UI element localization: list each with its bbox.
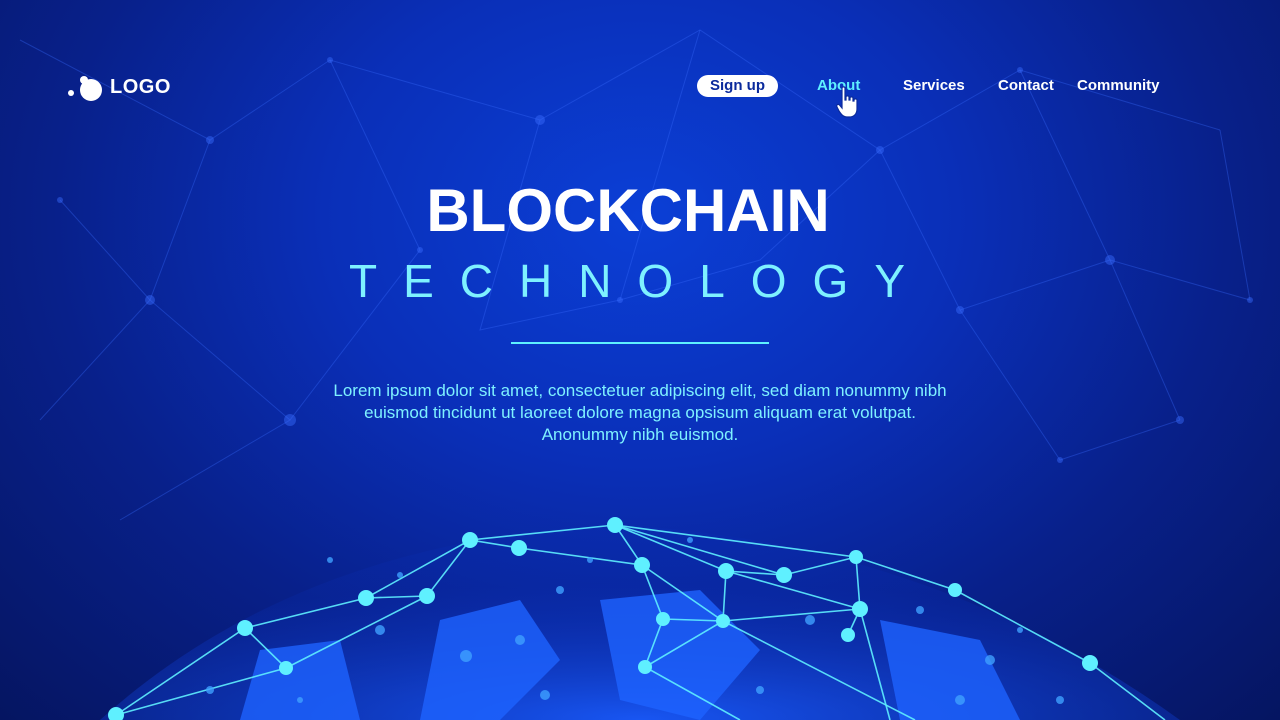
hand-pointer-icon — [836, 86, 858, 118]
signup-button[interactable]: Sign up — [697, 75, 778, 97]
nav-item-services[interactable]: Services — [903, 74, 965, 98]
hero-title: BLOCKCHAIN — [426, 177, 830, 244]
hero-subtitle: TECHNOLOGY — [348, 255, 932, 307]
nav-item-contact[interactable]: Contact — [998, 74, 1054, 98]
main-nav: Sign up About Services Contact Community — [0, 74, 1280, 98]
hero-description: Lorem ipsum dolor sit amet, consectetuer… — [333, 381, 947, 444]
hero-divider — [511, 342, 769, 344]
nav-item-community[interactable]: Community — [1077, 74, 1160, 98]
globe-network-illustration — [100, 517, 1180, 720]
